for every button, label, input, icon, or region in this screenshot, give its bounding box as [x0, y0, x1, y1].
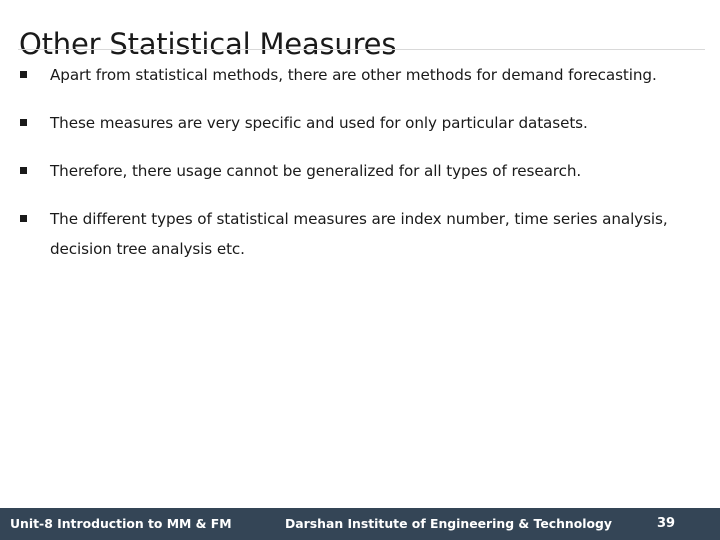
list-item-text: The different types of statistical measu…: [50, 210, 668, 258]
slide-footer: Unit-8 Introduction to MM & FM Darshan I…: [0, 508, 720, 540]
square-bullet-icon: [20, 71, 27, 78]
footer-institute-label: Darshan Institute of Engineering & Techn…: [285, 516, 612, 531]
square-bullet-icon: [20, 167, 27, 174]
page-title: Other Statistical Measures: [19, 27, 397, 62]
title-divider: [18, 49, 705, 50]
footer-unit-label: Unit-8 Introduction to MM & FM: [10, 516, 232, 531]
list-item-text: These measures are very specific and use…: [50, 114, 588, 132]
footer-page-number: 39: [657, 516, 676, 531]
list-item: The different types of statistical measu…: [0, 204, 720, 264]
slide-body: Apart from statistical methods, there ar…: [0, 60, 720, 282]
list-item-text: Therefore, there usage cannot be general…: [50, 162, 582, 180]
square-bullet-icon: [20, 119, 27, 126]
list-item-text: Apart from statistical methods, there ar…: [50, 66, 657, 84]
list-item: Apart from statistical methods, there ar…: [0, 60, 720, 90]
list-item: These measures are very specific and use…: [0, 108, 720, 138]
slide-canvas: Other Statistical Measures Apart from st…: [0, 0, 720, 540]
list-item: Therefore, there usage cannot be general…: [0, 156, 720, 186]
square-bullet-icon: [20, 215, 27, 222]
